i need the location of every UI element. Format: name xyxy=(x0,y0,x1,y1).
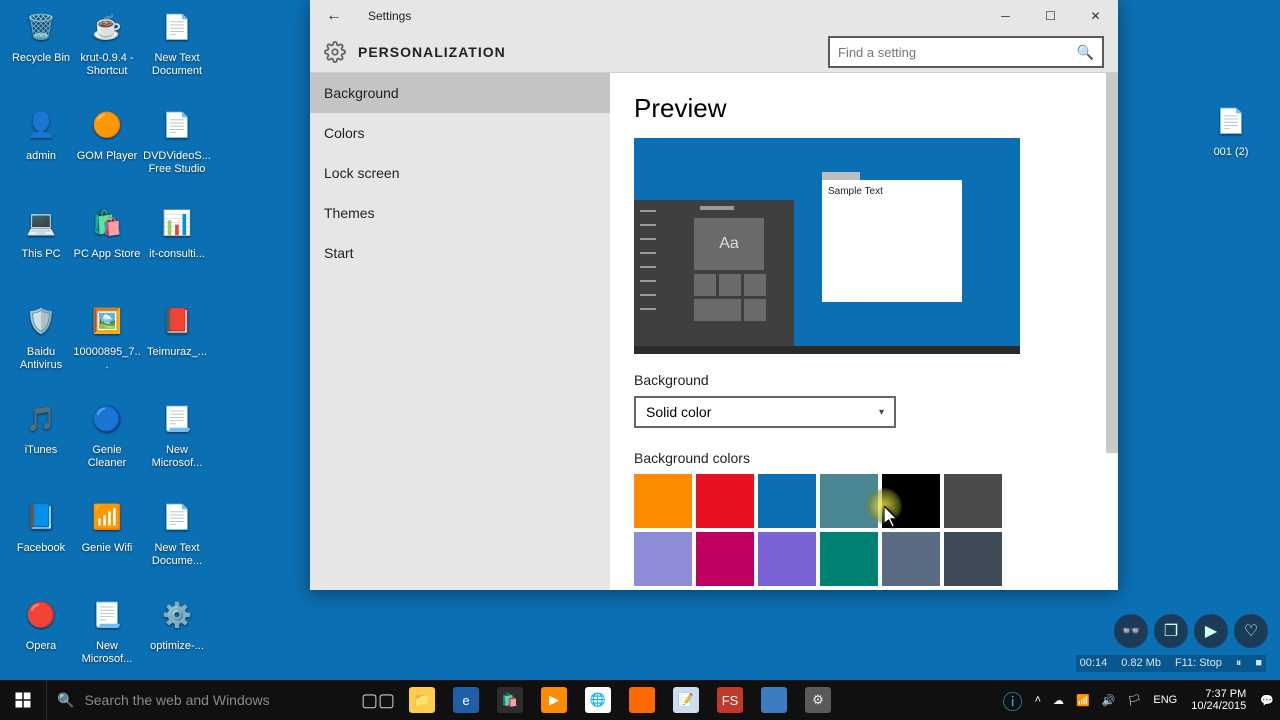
recorder-copy-icon[interactable]: ❐ xyxy=(1154,614,1188,648)
dropdown-value: Solid color xyxy=(646,404,711,420)
titlebar: ← Settings ─ ☐ ✕ xyxy=(310,0,1118,32)
desktop-icon[interactable]: 🟠GOM Player xyxy=(72,104,142,163)
desktop-icon[interactable]: 🗑️Recycle Bin xyxy=(6,6,76,65)
desktop-icon[interactable]: ⚙️optimize-... xyxy=(142,594,212,653)
search-input[interactable] xyxy=(838,45,1077,60)
close-button[interactable]: ✕ xyxy=(1073,0,1118,32)
taskbar-store[interactable]: 🛍️ xyxy=(488,680,532,720)
desktop-icon[interactable]: 📊it-consulti... xyxy=(142,202,212,261)
color-swatch[interactable] xyxy=(758,532,816,586)
recorder-filesize: 0.82 Mb xyxy=(1121,657,1161,670)
background-preview: Aa Sample Text xyxy=(634,138,1020,354)
color-swatch[interactable] xyxy=(696,532,754,586)
tray-clock[interactable]: 7:37 PM 10/24/2015 xyxy=(1183,688,1254,712)
taskbar-freestudio[interactable]: FS xyxy=(708,680,752,720)
window-title: Settings xyxy=(368,9,411,23)
color-swatch[interactable] xyxy=(882,532,940,586)
taskbar: 🔍 Search the web and Windows ▢▢ 📁 e 🛍️ ▶… xyxy=(0,680,1280,720)
gear-icon xyxy=(324,41,346,63)
desktop-icon[interactable]: 📃New Microsof... xyxy=(72,594,142,666)
recorder-pause-icon[interactable]: ⏸ xyxy=(1236,657,1242,670)
recorder-heart-icon[interactable]: ♡ xyxy=(1234,614,1268,648)
taskbar-file-explorer[interactable]: 📁 xyxy=(400,680,444,720)
preview-aa-tile: Aa xyxy=(694,218,764,270)
color-swatch[interactable] xyxy=(820,474,878,528)
recorder-hint: F11: Stop xyxy=(1175,657,1222,670)
maximize-button[interactable]: ☐ xyxy=(1028,0,1073,32)
taskbar-chrome[interactable]: 🌐 xyxy=(576,680,620,720)
scrollbar[interactable] xyxy=(1106,73,1118,453)
preview-heading: Preview xyxy=(634,93,1094,124)
search-box[interactable]: 🔍 xyxy=(828,36,1104,68)
desktop-icon[interactable]: 🔵Genie Cleaner xyxy=(72,398,142,470)
taskbar-search[interactable]: 🔍 Search the web and Windows xyxy=(46,680,356,720)
taskbar-edge[interactable]: e xyxy=(444,680,488,720)
recorder-stop-icon[interactable]: ■ xyxy=(1255,657,1262,670)
sidebar-item-themes[interactable]: Themes xyxy=(310,193,610,233)
color-swatch[interactable] xyxy=(944,474,1002,528)
desktop-icon[interactable]: 📄New Text Document xyxy=(142,6,212,78)
color-swatch[interactable] xyxy=(882,474,940,528)
task-view-button[interactable]: ▢▢ xyxy=(356,680,400,720)
desktop-icon[interactable]: 🛡️Baidu Antivirus xyxy=(6,300,76,372)
desktop-icon[interactable]: 🔴Opera xyxy=(6,594,76,653)
back-button[interactable]: ← xyxy=(320,7,348,25)
page-header: PERSONALIZATION xyxy=(358,44,506,60)
color-swatch[interactable] xyxy=(634,474,692,528)
tray-chevron-up-icon[interactable]: ˄ xyxy=(1029,694,1047,706)
settings-window: ← Settings ─ ☐ ✕ PERSONALIZATION 🔍 Backg… xyxy=(310,0,1118,590)
recorder-webcam-icon[interactable]: 👓 xyxy=(1114,614,1148,648)
desktop-icon[interactable]: ☕krut-0.9.4 - Shortcut xyxy=(72,6,142,78)
color-swatch[interactable] xyxy=(696,474,754,528)
background-label: Background xyxy=(634,372,1094,388)
sidebar-item-colors[interactable]: Colors xyxy=(310,113,610,153)
tray-volume-icon[interactable]: 🔊 xyxy=(1096,694,1122,707)
desktop-icon[interactable]: 🛍️PC App Store xyxy=(72,202,142,261)
color-swatch[interactable] xyxy=(758,474,816,528)
tray-language[interactable]: ENG xyxy=(1147,694,1183,706)
desktop-icon[interactable]: 💻This PC xyxy=(6,202,76,261)
color-swatch[interactable] xyxy=(820,532,878,586)
tray-notifications-icon[interactable]: 💬 xyxy=(1254,694,1280,707)
sidebar-item-lock-screen[interactable]: Lock screen xyxy=(310,153,610,193)
search-icon: 🔍 xyxy=(1077,44,1094,61)
search-icon: 🔍 xyxy=(57,692,74,709)
chevron-down-icon: ▾ xyxy=(879,407,884,418)
desktop-icon[interactable]: 🖼️10000895_7... xyxy=(72,300,142,372)
minimize-button[interactable]: ─ xyxy=(983,0,1028,32)
tray-defender-icon[interactable]: 🏳 xyxy=(1121,694,1147,707)
color-swatch[interactable] xyxy=(944,532,1002,586)
taskbar-video[interactable]: ▶ xyxy=(532,680,576,720)
desktop-icon[interactable]: 📃New Microsof... xyxy=(142,398,212,470)
tray-onedrive-icon[interactable]: ☁ xyxy=(1047,694,1070,707)
desktop-icon[interactable]: 👤admin xyxy=(6,104,76,163)
color-grid xyxy=(634,474,1094,586)
background-dropdown[interactable]: Solid color ▾ xyxy=(634,396,896,428)
start-button[interactable] xyxy=(0,680,46,720)
desktop-icon[interactable]: 📕Teimuraz_... xyxy=(142,300,212,359)
background-colors-label: Background colors xyxy=(634,450,1094,466)
recorder-play-icon[interactable]: ▶ xyxy=(1194,614,1228,648)
sidebar-item-start[interactable]: Start xyxy=(310,233,610,273)
desktop-icon[interactable]: 📄001 (2) xyxy=(1196,100,1266,159)
content-pane: Preview Aa Sample Text Backgro xyxy=(610,73,1118,590)
recorder-time: 00:14 xyxy=(1080,657,1108,670)
tray-help-icon[interactable]: ⓘ xyxy=(997,686,1029,715)
desktop-icon[interactable]: 📄DVDVideoS... Free Studio xyxy=(142,104,212,176)
desktop-icon[interactable]: 🎵iTunes xyxy=(6,398,76,457)
desktop-icon[interactable]: 📘Facebook xyxy=(6,496,76,555)
taskbar-settings[interactable]: ⚙ xyxy=(796,680,840,720)
taskbar-notepad[interactable]: 📝 xyxy=(664,680,708,720)
preview-sample-window: Sample Text xyxy=(822,180,962,302)
color-swatch[interactable] xyxy=(634,532,692,586)
taskbar-app-blue[interactable] xyxy=(752,680,796,720)
taskbar-app-orange[interactable] xyxy=(620,680,664,720)
sidebar: BackgroundColorsLock screenThemesStart xyxy=(310,73,610,590)
desktop-icon[interactable]: 📶Genie Wifi xyxy=(72,496,142,555)
sidebar-item-background[interactable]: Background xyxy=(310,73,610,113)
desktop-icon[interactable]: 📄New Text Docume... xyxy=(142,496,212,568)
tray-network-icon[interactable]: 📶 xyxy=(1070,694,1096,707)
